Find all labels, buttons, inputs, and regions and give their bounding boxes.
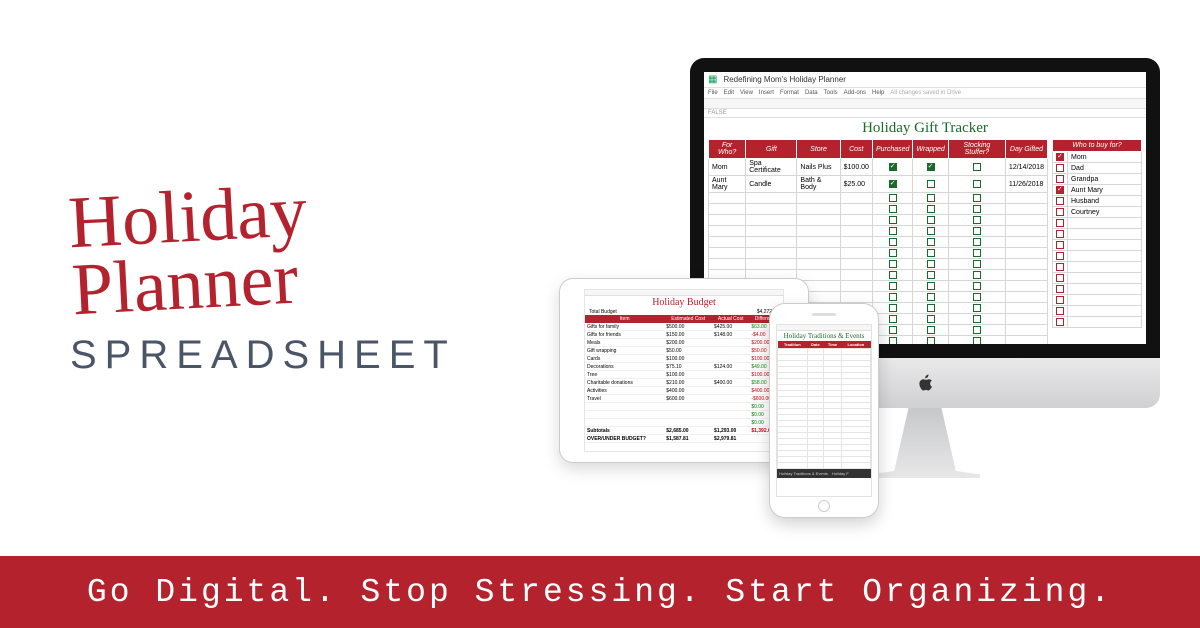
headline-script: Holiday Planner (67, 166, 547, 324)
menu-item: Edit (724, 90, 734, 96)
menu-item: Add-ons (844, 90, 866, 96)
traditions-title: Holiday Traditions & Events (777, 331, 871, 341)
buy-for-title: Who to buy for? (1053, 140, 1142, 152)
gift-tracker-title: Holiday Gift Tracker (704, 118, 1146, 139)
budget-title: Holiday Budget (585, 296, 783, 309)
menu-item: Insert (759, 90, 774, 96)
menu-item: File (708, 90, 718, 96)
headline-subtitle: SPREADSHEET (70, 333, 544, 378)
iphone-home-button (818, 500, 830, 512)
sheets-titlebar: ▦ Redefining Mom's Holiday Planner (704, 72, 1146, 88)
phone-sheet-tabs: Holiday Traditions & Events Holiday F (777, 469, 871, 478)
iphone-mockup: Holiday Traditions & Events TraditionDat… (769, 303, 879, 518)
menu-item: Tools (824, 90, 838, 96)
traditions-table: TraditionDateTimeLocation (777, 341, 871, 469)
budget-table: ItemEstimated CostActual CostDifference … (585, 315, 783, 443)
sheets-doc-icon: ▦ (708, 74, 717, 85)
menu-item: Data (805, 90, 818, 96)
menu-item: Format (780, 90, 799, 96)
device-mockups: ▦ Redefining Mom's Holiday Planner File E… (544, 28, 1160, 528)
formula-bar: FALSE (704, 109, 1146, 118)
footer-tagline: Go Digital. Stop Stressing. Start Organi… (0, 556, 1200, 628)
buy-for-table: Who to buy for? MomDadGrandpaAunt MaryHu… (1052, 139, 1142, 328)
doc-title: Redefining Mom's Holiday Planner (723, 75, 845, 84)
menu-item: View (740, 90, 753, 96)
sheets-menu: File Edit View Insert Format Data Tools Add-ons… (704, 88, 1146, 99)
budget-total-label: Total Budget (589, 309, 617, 315)
apple-logo-icon (916, 373, 934, 393)
sheets-toolbar (704, 99, 1146, 109)
menu-item: Help (872, 90, 884, 96)
